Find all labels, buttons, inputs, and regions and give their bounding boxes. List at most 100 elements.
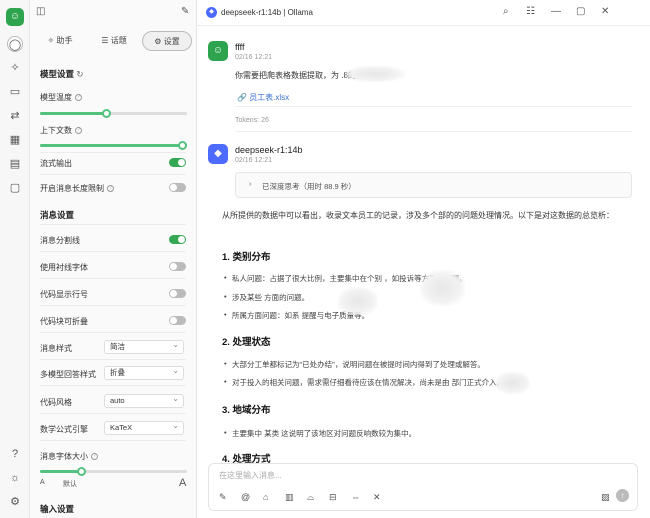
serif-label: 使用衬线字体 — [40, 263, 88, 272]
divider — [235, 106, 632, 107]
sidebar-toggle-icon[interactable]: ◫ — [36, 6, 45, 17]
temperature-slider[interactable] — [40, 109, 187, 118]
settings-panel: ◫ ✎ ✧ 助手 ☰ 话题 ⚙ 设置 模型设置 ↻ 模型温度? 上下文数? 流式… — [30, 0, 197, 518]
refresh-icon[interactable]: ↻ — [76, 69, 83, 79]
help-icon: ? — [75, 94, 82, 102]
code-line-label: 代码显示行号 — [40, 290, 88, 299]
mention-icon[interactable]: @ — [241, 492, 250, 502]
divider — [40, 440, 186, 441]
chat-header: ◆ deepseek-r1:14b | Ollama ⌕ ☷ — ▢ ✕ — [197, 0, 650, 26]
slider-knob[interactable] — [102, 109, 111, 118]
tab-settings[interactable]: ⚙ 设置 — [142, 31, 192, 51]
message-input[interactable]: 在这里输入消息... — [219, 470, 282, 481]
divider — [40, 385, 186, 386]
divider — [235, 131, 632, 132]
chevron-right-icon: › — [249, 181, 252, 188]
msg-style-label: 消息样式 — [40, 344, 72, 353]
model-settings-title: 模型设置 ↻ — [40, 69, 84, 79]
app-window: ☺ ◯ ✧ ▭ ⇄ ▦ ▤ ▢ ? ☼ ⚙ ◫ ✎ ✧ 助手 ☰ 话题 ⚙ 设置… — [0, 0, 650, 518]
multi-model-label: 多模型回答样式 — [40, 370, 96, 379]
code-style-label: 代码风格 — [40, 398, 72, 407]
message-input-box[interactable]: 在这里输入消息... ✎ @ ⌂ ▥ ⌓ ⊟ ⇔ ✕ ▨ ↑ — [208, 463, 638, 511]
help-icon[interactable]: ? — [7, 446, 23, 462]
context-label: 上下文数? — [40, 125, 82, 136]
knowledge-base-icon[interactable]: ▥ — [285, 492, 294, 503]
image-icon[interactable]: ▨ — [601, 492, 610, 503]
msg-style-select[interactable]: 简洁 — [104, 339, 184, 354]
divider — [40, 224, 186, 225]
panel-topbar: ◫ ✎ — [30, 0, 196, 26]
multi-model-select[interactable]: 折叠 — [104, 365, 184, 380]
icon-rail: ☺ ◯ ✧ ▭ ⇄ ▦ ▤ ▢ ? ☼ ⚙ — [0, 0, 30, 518]
font-small-label: A — [40, 479, 45, 486]
font-size-label: 消息字体大小? — [40, 451, 98, 462]
maximize-icon[interactable]: ▢ — [576, 6, 585, 17]
code-style-select[interactable]: auto — [104, 393, 184, 408]
tab-topics[interactable]: ☰ 话题 — [89, 31, 139, 51]
translate-icon[interactable]: ⇄ — [7, 108, 23, 124]
math-engine-select[interactable]: KaTeX — [104, 420, 184, 435]
user-message-text: 你需要把爬表格数据提取，为 .8的相关目录 — [235, 71, 388, 80]
divider — [40, 152, 186, 153]
model-title[interactable]: deepseek-r1:14b | Ollama — [221, 8, 313, 17]
close-icon[interactable]: ✕ — [601, 6, 609, 17]
list-item: 对于投入的相关问题，需求需仔细看待应该在情况解决，尚未是由 部门正式介入。 — [224, 377, 504, 388]
clear-icon[interactable]: ⊟ — [329, 492, 337, 503]
divider — [40, 359, 186, 360]
divider — [40, 413, 186, 414]
slider-knob[interactable] — [178, 141, 187, 150]
attachment-link[interactable]: 🔗 员工表.xlsx — [237, 92, 289, 104]
slider-knob[interactable] — [77, 467, 86, 476]
deepseek-avatar: ◆ — [208, 144, 228, 164]
thinking-collapsible[interactable]: › 已深度思考（用时 88.9 秒） — [235, 172, 632, 198]
file-icon[interactable]: ▤ — [7, 156, 23, 172]
send-button[interactable]: ↑ — [616, 489, 629, 502]
font-default-label: 默认 — [63, 481, 77, 488]
minimize-icon[interactable]: — — [551, 6, 561, 17]
deepseek-icon: ◆ — [206, 7, 217, 18]
bot-name: deepseek-r1:14b — [235, 145, 303, 155]
slider-fill — [40, 470, 81, 473]
max-tokens-toggle[interactable] — [169, 183, 186, 192]
settings-icon[interactable]: ⚙ — [7, 494, 23, 510]
divider — [40, 278, 186, 279]
folder-icon[interactable]: ▢ — [7, 180, 23, 196]
panel-tabs: ✧ 助手 ☰ 话题 ⚙ 设置 — [35, 31, 192, 51]
message-icon[interactable]: ◯ — [7, 36, 23, 52]
section-heading: 2. 处理状态 — [222, 337, 271, 348]
sparkle-icon[interactable]: ✧ — [7, 60, 23, 76]
tab-assistant[interactable]: ✧ 助手 — [35, 31, 85, 51]
slider-fill — [40, 144, 187, 147]
user-avatar[interactable]: ☺ — [6, 8, 24, 26]
context-slider[interactable] — [40, 141, 187, 150]
code-fold-toggle[interactable] — [169, 316, 186, 325]
theme-icon[interactable]: ☼ — [7, 470, 23, 486]
temperature-label: 模型温度? — [40, 92, 82, 103]
help-icon: ? — [107, 185, 114, 193]
help-icon: ? — [75, 127, 82, 135]
attachment-icon[interactable]: ⌓ — [307, 492, 314, 503]
apps-icon[interactable]: ▦ — [7, 132, 23, 148]
divider — [40, 174, 186, 175]
settings-sliders-icon[interactable]: ☷ — [526, 6, 535, 17]
new-chat-icon[interactable]: ✎ — [181, 6, 189, 17]
stream-toggle[interactable] — [169, 158, 186, 167]
token-count: Tokens: 26 — [235, 117, 269, 124]
divider-icon[interactable]: ⇔ — [351, 492, 360, 502]
redacted-blur — [495, 372, 530, 394]
max-tokens-label: 开启消息长度限制? — [40, 183, 114, 194]
divider — [40, 251, 186, 252]
math-engine-label: 数学公式引擎 — [40, 425, 88, 434]
search-icon[interactable]: ⌕ — [503, 6, 509, 17]
expand-icon[interactable]: ✕ — [373, 492, 381, 503]
image-icon[interactable]: ▭ — [7, 84, 23, 100]
divider — [40, 305, 186, 306]
font-size-slider[interactable] — [40, 467, 187, 476]
new-topic-icon[interactable]: ✎ — [219, 492, 227, 503]
input-settings-title: 输入设置 — [40, 504, 75, 514]
web-search-icon[interactable]: ⌂ — [263, 492, 268, 502]
serif-toggle[interactable] — [169, 262, 186, 271]
user-avatar: ☺ — [208, 41, 228, 61]
divider-toggle[interactable] — [169, 235, 186, 244]
code-line-toggle[interactable] — [169, 289, 186, 298]
